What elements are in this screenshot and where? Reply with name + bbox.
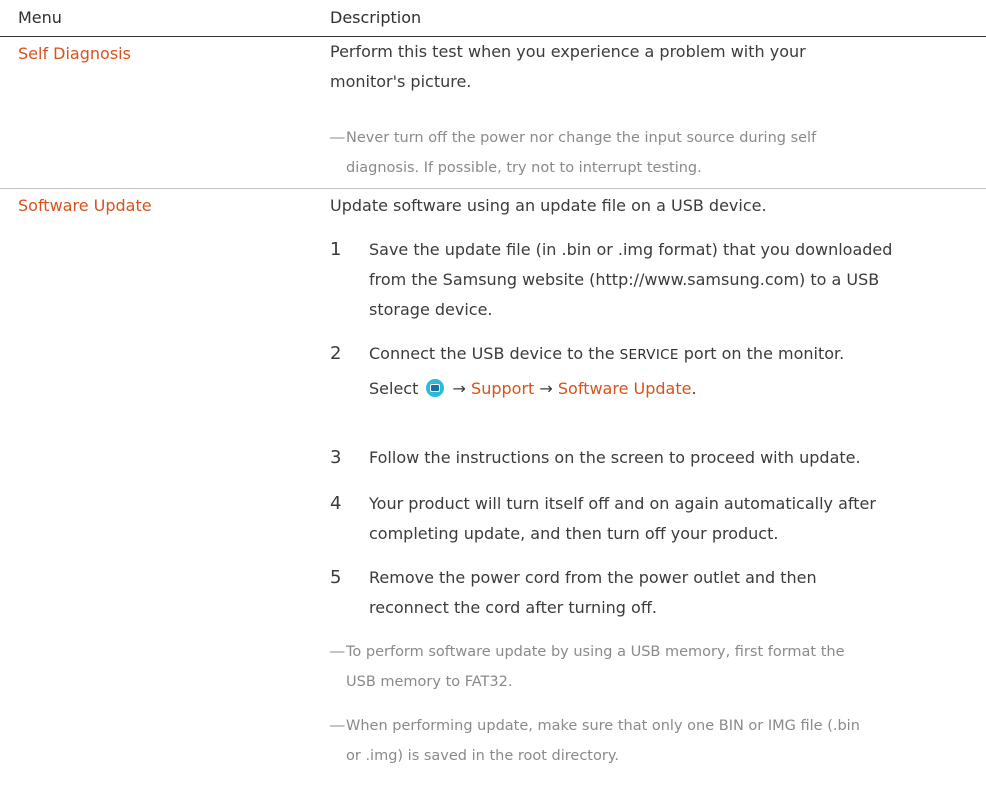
menu-button-icon: [426, 379, 445, 397]
step-number: 4: [330, 493, 342, 514]
step-5: 5 Remove the power cord from the power o…: [330, 563, 980, 623]
select-word: Select: [369, 379, 419, 398]
support-menu-link[interactable]: Support: [471, 379, 534, 398]
step-line: Remove the power cord from the power out…: [369, 568, 817, 587]
step-line: reconnect the cord after turning off.: [369, 598, 657, 617]
step-number: 3: [330, 447, 342, 468]
note-line: Never turn off the power nor change the …: [346, 130, 817, 146]
table-row-self-diagnosis: Self Diagnosis Perform this test when yo…: [0, 37, 986, 189]
step-4: 4 Your product will turn itself off and …: [330, 489, 980, 549]
step-line: Connect the USB device to the SERVICE po…: [369, 339, 980, 370]
step-2: 2 Connect the USB device to the SERVICE …: [330, 339, 980, 404]
software-update-note-1: ― To perform software update by using a U…: [330, 637, 970, 697]
note-line: diagnosis. If possible, try not to inter…: [346, 160, 702, 176]
note-line: or .img) is saved in the root directory.: [346, 748, 619, 764]
step-3: 3 Follow the instructions on the screen …: [330, 443, 980, 473]
menu-item-self-diagnosis[interactable]: Self Diagnosis: [18, 43, 131, 65]
step-line: storage device.: [369, 300, 493, 319]
step-number: 5: [330, 567, 342, 588]
software-update-intro: Update software using an update file on …: [330, 196, 767, 215]
desc-line: monitor's picture.: [330, 72, 472, 91]
software-update-menu-link[interactable]: Software Update: [558, 379, 692, 398]
step-number: 1: [330, 239, 342, 260]
step-line: Your product will turn itself off and on…: [369, 494, 876, 513]
step-text: Connect the USB device to the: [369, 344, 620, 363]
period: .: [691, 379, 697, 398]
note-dash: ―: [330, 718, 345, 734]
table-row-software-update: Software Update Update software using an…: [0, 189, 986, 798]
self-diagnosis-note: ― Never turn off the power nor change the…: [330, 123, 970, 183]
software-update-note-2: ― When performing update, make sure that …: [330, 711, 970, 771]
step-1: 1 Save the update file (in .bin or .img …: [330, 235, 980, 325]
table-header: Menu Description: [0, 0, 986, 37]
step-line: Save the update file (in .bin or .img fo…: [369, 240, 893, 259]
service-port-label: SERVICE: [619, 347, 679, 363]
arrow-icon: →: [452, 379, 466, 398]
self-diagnosis-description: Perform this test when you experience a …: [330, 37, 960, 97]
note-dash: ―: [330, 644, 345, 660]
desc-line: Perform this test when you experience a …: [330, 42, 806, 61]
step-line: completing update, and then turn off you…: [369, 524, 779, 543]
step-number: 2: [330, 343, 342, 364]
step-line: from the Samsung website (http://www.sam…: [369, 270, 880, 289]
menu-item-software-update[interactable]: Software Update: [18, 195, 152, 217]
note-line: When performing update, make sure that o…: [346, 718, 860, 734]
header-menu: Menu: [18, 8, 62, 27]
arrow-icon: →: [539, 379, 553, 398]
step-text: port on the monitor.: [678, 344, 845, 363]
step-line: Follow the instructions on the screen to…: [369, 448, 861, 467]
manual-page: Menu Description Self Diagnosis Perform …: [0, 0, 986, 798]
note-line: To perform software update by using a US…: [346, 644, 845, 660]
header-description: Description: [330, 8, 422, 27]
step-line-select: Select → Support → Software Update.: [369, 374, 980, 404]
note-line: USB memory to FAT32.: [346, 674, 513, 690]
note-dash: ―: [330, 130, 345, 146]
